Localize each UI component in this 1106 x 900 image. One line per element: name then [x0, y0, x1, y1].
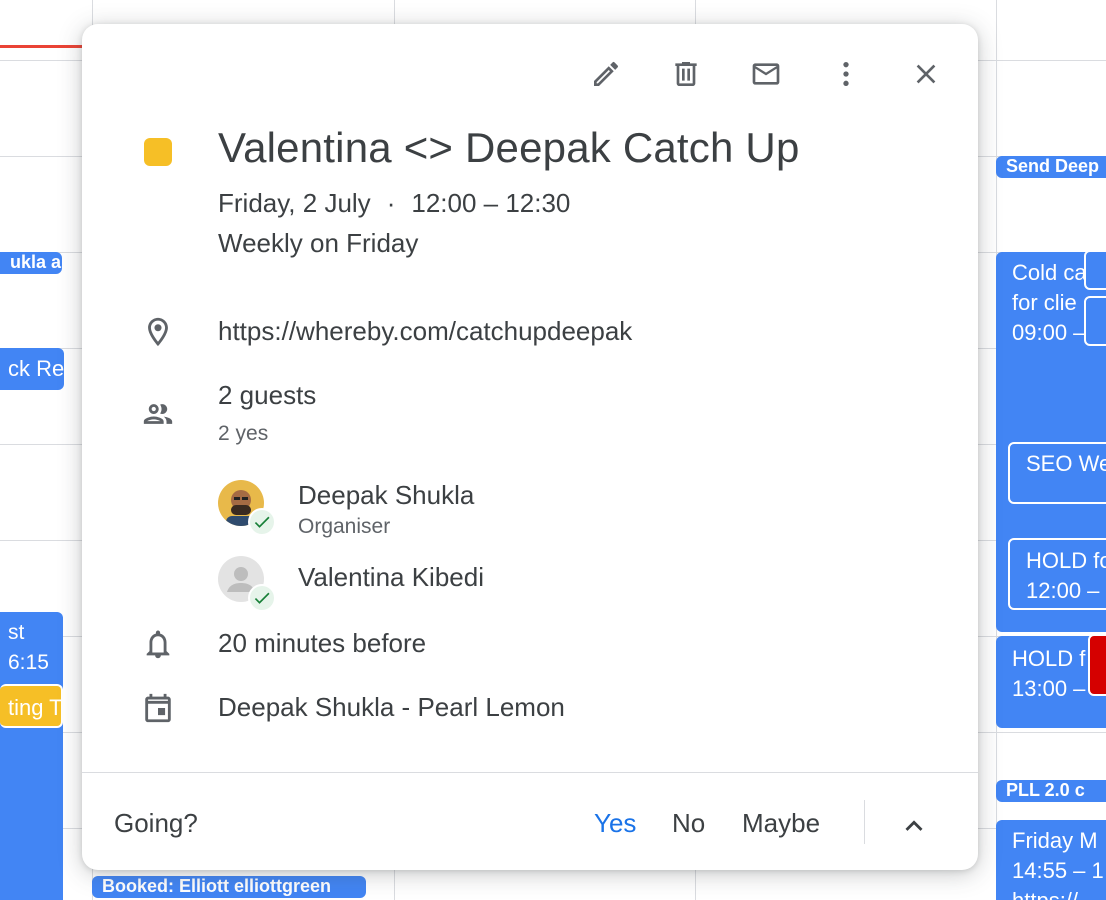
- event-color-swatch: [144, 138, 172, 166]
- event-label: https://: [1012, 886, 1100, 900]
- avatar: [218, 480, 276, 536]
- event-label: ukla a: [10, 252, 62, 272]
- guest-item[interactable]: Deepak Shukla Organiser: [218, 478, 474, 542]
- event-time: 6:15: [8, 651, 49, 674]
- event-title: Valentina <> Deepak Catch Up: [218, 124, 800, 171]
- guest-info: Valentina Kibedi: [298, 554, 484, 594]
- accepted-check-icon: [248, 508, 276, 536]
- event-time: 13:00 –: [1012, 676, 1086, 701]
- rsvp-question: Going?: [114, 808, 198, 838]
- calendar-event[interactable]: ukla a: [0, 252, 62, 274]
- calendar-event[interactable]: SEO We: [1008, 442, 1106, 504]
- calendar-event[interactable]: HOLD fo 12:00 –: [1008, 538, 1106, 610]
- calendar-event[interactable]: [1088, 634, 1106, 696]
- accepted-check-icon: [248, 584, 276, 612]
- calendar-event[interactable]: st 6:15: [0, 612, 63, 900]
- calendar-event[interactable]: [1084, 296, 1106, 346]
- guest-name: Valentina Kibedi: [298, 562, 484, 592]
- event-details-popup: Valentina <> Deepak Catch Up Friday, 2 J…: [82, 24, 978, 870]
- email-icon: [752, 63, 780, 85]
- event-calendar-name: Deepak Shukla - Pearl Lemon: [218, 692, 565, 722]
- event-label: Booked: Elliott elliottgreen: [102, 876, 332, 896]
- event-time: 12:00 –: [1026, 578, 1100, 603]
- event-location-link[interactable]: https://whereby.com/catchupdeepak: [218, 316, 632, 347]
- calendar-event[interactable]: ting T: [0, 684, 63, 728]
- location-icon: [138, 312, 178, 352]
- event-label: HOLD fo: [1026, 548, 1106, 573]
- guests-rsvp-summary: 2 yes: [218, 422, 269, 445]
- close-button[interactable]: [904, 52, 948, 96]
- event-time: 14:55 – 1: [1012, 858, 1104, 883]
- event-label: HOLD f: [1012, 646, 1086, 671]
- edit-icon: [594, 61, 619, 86]
- divider: [864, 800, 865, 844]
- rsvp-maybe-button[interactable]: Maybe: [742, 808, 820, 839]
- event-label: Send Deep: [1006, 156, 1100, 176]
- guest-info: Deepak Shukla Organiser: [298, 478, 474, 542]
- calendar-event[interactable]: [1084, 250, 1106, 290]
- event-label: PLL 2.0 c: [1006, 780, 1085, 800]
- chevron-up-icon: [905, 820, 923, 831]
- guest-item[interactable]: Valentina Kibedi: [218, 554, 484, 612]
- delete-event-button[interactable]: [664, 52, 708, 96]
- event-time: 12:00 – 12:30: [411, 188, 571, 218]
- guest-name: Deepak Shukla: [298, 480, 475, 510]
- rsvp-yes-button[interactable]: Yes: [594, 808, 636, 839]
- calendar-event[interactable]: PLL 2.0 c: [996, 780, 1106, 802]
- event-label: ting T: [8, 695, 63, 720]
- rsvp-options-toggle[interactable]: [894, 806, 934, 846]
- event-label: SEO We: [1026, 451, 1106, 476]
- guests-count: 2 guests: [218, 380, 317, 410]
- event-recurrence: Weekly on Friday: [218, 228, 419, 258]
- event-reminder: 20 minutes before: [218, 628, 427, 658]
- rsvp-no-button[interactable]: No: [672, 808, 705, 839]
- event-date: Friday, 2 July: [218, 188, 371, 218]
- close-icon: [916, 64, 936, 84]
- calendar-icon: [138, 688, 178, 728]
- current-time-indicator: [0, 45, 90, 48]
- bell-icon: [138, 624, 178, 664]
- event-label: ck Ren: [8, 356, 64, 381]
- email-guests-button[interactable]: [744, 52, 788, 96]
- guest-role: Organiser: [298, 515, 391, 538]
- more-options-button[interactable]: [824, 52, 868, 96]
- delete-icon: [675, 62, 697, 86]
- event-label: st: [8, 621, 25, 644]
- popup-toolbar: [548, 52, 948, 96]
- separator: ·: [386, 188, 396, 218]
- guests-icon: [138, 394, 178, 434]
- calendar-event[interactable]: Booked: Elliott elliottgreen: [92, 876, 366, 898]
- event-datetime: Friday, 2 July · 12:00 – 12:30: [218, 188, 570, 219]
- calendar-event[interactable]: Friday M 14:55 – 1 https://: [996, 820, 1106, 900]
- avatar: [218, 556, 276, 612]
- calendar-event[interactable]: ck Ren: [0, 348, 64, 390]
- divider: [82, 772, 978, 773]
- edit-event-button[interactable]: [584, 52, 628, 96]
- event-label: Friday M: [1012, 828, 1098, 853]
- calendar-event[interactable]: Send Deep: [996, 156, 1106, 178]
- more-vert-icon: [843, 62, 849, 86]
